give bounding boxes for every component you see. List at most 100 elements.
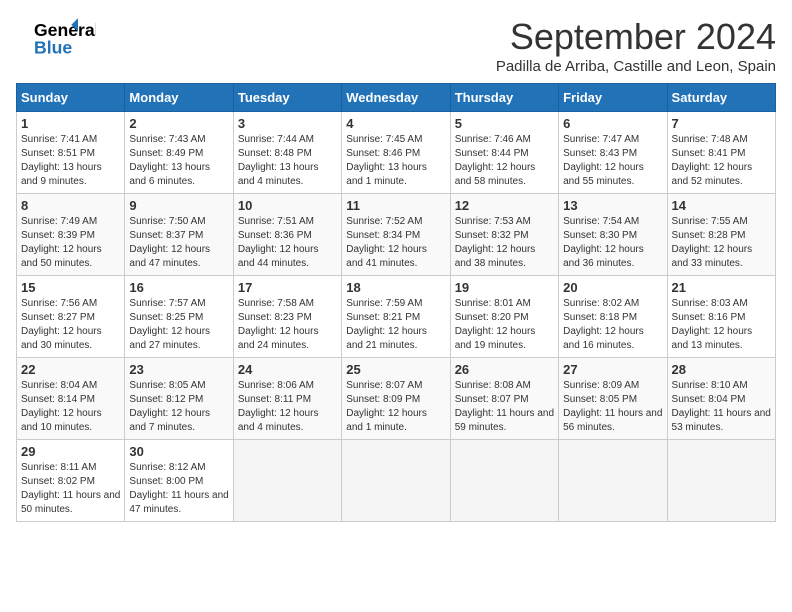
day-info: Sunrise: 8:05 AM Sunset: 8:12 PM Dayligh…	[129, 379, 228, 435]
day-cell-27: 27 Sunrise: 8:09 AM Sunset: 8:05 PM Dayl…	[559, 358, 667, 440]
calendar-week-3: 15 Sunrise: 7:56 AM Sunset: 8:27 PM Dayl…	[17, 276, 776, 358]
sunrise-label: Sunrise: 8:12 AM	[129, 462, 205, 473]
day-info: Sunrise: 8:09 AM Sunset: 8:05 PM Dayligh…	[563, 379, 662, 435]
sunset-label: Sunset: 8:41 PM	[672, 148, 746, 159]
day-cell-23: 23 Sunrise: 8:05 AM Sunset: 8:12 PM Dayl…	[125, 358, 233, 440]
day-cell-12: 12 Sunrise: 7:53 AM Sunset: 8:32 PM Dayl…	[450, 194, 558, 276]
sunset-label: Sunset: 8:12 PM	[129, 394, 203, 405]
day-cell-5: 5 Sunrise: 7:46 AM Sunset: 8:44 PM Dayli…	[450, 112, 558, 194]
day-number: 14	[672, 198, 771, 213]
sunrise-label: Sunrise: 8:08 AM	[455, 380, 531, 391]
day-info: Sunrise: 8:04 AM Sunset: 8:14 PM Dayligh…	[21, 379, 120, 435]
day-info: Sunrise: 8:11 AM Sunset: 8:02 PM Dayligh…	[21, 461, 120, 517]
day-cell-24: 24 Sunrise: 8:06 AM Sunset: 8:11 PM Dayl…	[233, 358, 341, 440]
daylight-label: Daylight: 11 hours and 47 minutes.	[129, 490, 228, 515]
daylight-label: Daylight: 11 hours and 50 minutes.	[21, 490, 120, 515]
sunrise-label: Sunrise: 8:10 AM	[672, 380, 748, 391]
day-info: Sunrise: 7:50 AM Sunset: 8:37 PM Dayligh…	[129, 215, 228, 271]
daylight-label: Daylight: 12 hours and 33 minutes.	[672, 244, 753, 269]
day-info: Sunrise: 7:52 AM Sunset: 8:34 PM Dayligh…	[346, 215, 445, 271]
daylight-label: Daylight: 12 hours and 30 minutes.	[21, 326, 102, 351]
day-cell-29: 29 Sunrise: 8:11 AM Sunset: 8:02 PM Dayl…	[17, 440, 125, 522]
sunrise-label: Sunrise: 7:43 AM	[129, 134, 205, 145]
sunset-label: Sunset: 8:14 PM	[21, 394, 95, 405]
day-info: Sunrise: 8:03 AM Sunset: 8:16 PM Dayligh…	[672, 297, 771, 353]
daylight-label: Daylight: 12 hours and 47 minutes.	[129, 244, 210, 269]
sunset-label: Sunset: 8:39 PM	[21, 230, 95, 241]
day-cell-14: 14 Sunrise: 7:55 AM Sunset: 8:28 PM Dayl…	[667, 194, 775, 276]
day-info: Sunrise: 7:58 AM Sunset: 8:23 PM Dayligh…	[238, 297, 337, 353]
daylight-label: Daylight: 12 hours and 27 minutes.	[129, 326, 210, 351]
daylight-label: Daylight: 13 hours and 1 minute.	[346, 162, 427, 187]
sunset-label: Sunset: 8:32 PM	[455, 230, 529, 241]
sunset-label: Sunset: 8:43 PM	[563, 148, 637, 159]
day-info: Sunrise: 7:53 AM Sunset: 8:32 PM Dayligh…	[455, 215, 554, 271]
daylight-label: Daylight: 12 hours and 55 minutes.	[563, 162, 644, 187]
day-cell-4: 4 Sunrise: 7:45 AM Sunset: 8:46 PM Dayli…	[342, 112, 450, 194]
sunrise-label: Sunrise: 7:54 AM	[563, 216, 639, 227]
day-cell-16: 16 Sunrise: 7:57 AM Sunset: 8:25 PM Dayl…	[125, 276, 233, 358]
empty-cell	[559, 440, 667, 522]
daylight-label: Daylight: 12 hours and 52 minutes.	[672, 162, 753, 187]
sunset-label: Sunset: 8:27 PM	[21, 312, 95, 323]
header-day-wednesday: Wednesday	[342, 84, 450, 112]
sunrise-label: Sunrise: 7:44 AM	[238, 134, 314, 145]
sunset-label: Sunset: 8:46 PM	[346, 148, 420, 159]
header-day-saturday: Saturday	[667, 84, 775, 112]
daylight-label: Daylight: 11 hours and 59 minutes.	[455, 408, 554, 433]
day-number: 10	[238, 198, 337, 213]
day-info: Sunrise: 7:56 AM Sunset: 8:27 PM Dayligh…	[21, 297, 120, 353]
sunrise-label: Sunrise: 7:49 AM	[21, 216, 97, 227]
day-number: 22	[21, 362, 120, 377]
day-number: 19	[455, 280, 554, 295]
day-cell-15: 15 Sunrise: 7:56 AM Sunset: 8:27 PM Dayl…	[17, 276, 125, 358]
sunrise-label: Sunrise: 8:03 AM	[672, 298, 748, 309]
day-number: 26	[455, 362, 554, 377]
sunrise-label: Sunrise: 7:59 AM	[346, 298, 422, 309]
day-info: Sunrise: 8:10 AM Sunset: 8:04 PM Dayligh…	[672, 379, 771, 435]
day-number: 28	[672, 362, 771, 377]
sunrise-label: Sunrise: 8:11 AM	[21, 462, 96, 473]
daylight-label: Daylight: 12 hours and 24 minutes.	[238, 326, 319, 351]
sunrise-label: Sunrise: 7:57 AM	[129, 298, 205, 309]
sunset-label: Sunset: 8:05 PM	[563, 394, 637, 405]
calendar-header-row: SundayMondayTuesdayWednesdayThursdayFrid…	[17, 84, 776, 112]
sunrise-label: Sunrise: 7:50 AM	[129, 216, 205, 227]
day-number: 30	[129, 444, 228, 459]
sunrise-label: Sunrise: 7:58 AM	[238, 298, 314, 309]
day-number: 7	[672, 116, 771, 131]
sunset-label: Sunset: 8:28 PM	[672, 230, 746, 241]
logo-icon: General Blue	[16, 16, 96, 60]
day-number: 1	[21, 116, 120, 131]
sunset-label: Sunset: 8:04 PM	[672, 394, 746, 405]
sunrise-label: Sunrise: 8:02 AM	[563, 298, 639, 309]
sunrise-label: Sunrise: 7:48 AM	[672, 134, 748, 145]
sunrise-label: Sunrise: 7:41 AM	[21, 134, 97, 145]
day-cell-6: 6 Sunrise: 7:47 AM Sunset: 8:43 PM Dayli…	[559, 112, 667, 194]
day-number: 17	[238, 280, 337, 295]
calendar-week-5: 29 Sunrise: 8:11 AM Sunset: 8:02 PM Dayl…	[17, 440, 776, 522]
day-info: Sunrise: 7:43 AM Sunset: 8:49 PM Dayligh…	[129, 133, 228, 189]
day-cell-7: 7 Sunrise: 7:48 AM Sunset: 8:41 PM Dayli…	[667, 112, 775, 194]
day-cell-26: 26 Sunrise: 8:08 AM Sunset: 8:07 PM Dayl…	[450, 358, 558, 440]
day-info: Sunrise: 8:07 AM Sunset: 8:09 PM Dayligh…	[346, 379, 445, 435]
day-number: 9	[129, 198, 228, 213]
day-number: 27	[563, 362, 662, 377]
day-number: 6	[563, 116, 662, 131]
day-number: 5	[455, 116, 554, 131]
daylight-label: Daylight: 12 hours and 38 minutes.	[455, 244, 536, 269]
sunrise-label: Sunrise: 8:05 AM	[129, 380, 205, 391]
sunrise-label: Sunrise: 8:09 AM	[563, 380, 639, 391]
sunset-label: Sunset: 8:23 PM	[238, 312, 312, 323]
sunset-label: Sunset: 8:11 PM	[238, 394, 311, 405]
day-number: 2	[129, 116, 228, 131]
sunrise-label: Sunrise: 7:47 AM	[563, 134, 639, 145]
day-number: 3	[238, 116, 337, 131]
sunset-label: Sunset: 8:37 PM	[129, 230, 203, 241]
day-number: 4	[346, 116, 445, 131]
sunset-label: Sunset: 8:36 PM	[238, 230, 312, 241]
empty-cell	[667, 440, 775, 522]
daylight-label: Daylight: 13 hours and 4 minutes.	[238, 162, 319, 187]
day-cell-28: 28 Sunrise: 8:10 AM Sunset: 8:04 PM Dayl…	[667, 358, 775, 440]
calendar-table: SundayMondayTuesdayWednesdayThursdayFrid…	[16, 83, 776, 522]
